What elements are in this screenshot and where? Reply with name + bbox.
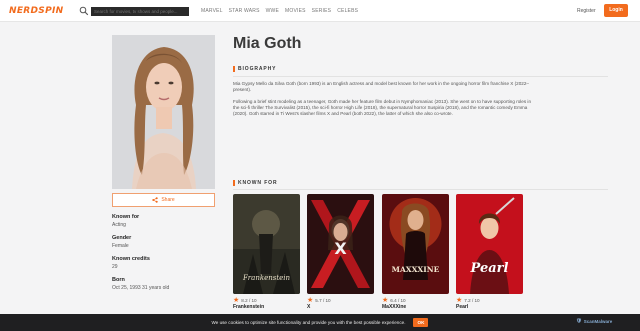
- rating-value: 7.2 / 10: [464, 298, 480, 303]
- poster-title: Frankenstein: [242, 274, 291, 282]
- fact-label: Known credits: [112, 256, 150, 262]
- movie-title[interactable]: Pearl: [456, 304, 523, 310]
- fact-value: Acting: [112, 222, 126, 228]
- bio-paragraph: Following a brief stint modeling as a te…: [233, 99, 531, 116]
- fact-label: Known for: [112, 214, 140, 220]
- fact-born: Born Oct 25, 1993 31 years old: [112, 277, 215, 292]
- movie-poster[interactable]: Pearl: [456, 194, 523, 294]
- site-logo[interactable]: NERDSPIN: [9, 6, 63, 16]
- known-for-heading: KNOWN FOR: [233, 180, 277, 186]
- poster-title: MAXXXINE: [392, 265, 440, 274]
- biography-text: Mia Gypsy Mello da Silva Goth (born 1993…: [233, 81, 533, 123]
- poster-title: Pearl: [470, 261, 509, 276]
- movie-poster[interactable]: Frankenstein: [233, 194, 300, 294]
- shield-icon: 🛡: [576, 318, 582, 323]
- movie-card[interactable]: Frankenstein ★ 8.2 / 10 Frankenstein: [233, 194, 300, 310]
- search-input[interactable]: [91, 7, 189, 16]
- star-icon: ★: [233, 297, 240, 304]
- personal-info: Known for Acting Gender Female Known cre…: [112, 214, 215, 298]
- biography-heading-text: BIOGRAPHY: [238, 66, 277, 72]
- star-icon: ★: [307, 297, 314, 304]
- share-icon: [152, 197, 159, 203]
- movie-card[interactable]: MAXXXINE ★ 6.4 / 10 MaXXXine: [382, 194, 449, 310]
- movie-title[interactable]: Frankenstein: [233, 304, 300, 310]
- fact-value: Oct 25, 1993 31 years old: [112, 285, 170, 291]
- movie-title[interactable]: MaXXXine: [382, 304, 449, 310]
- fact-known-for: Known for Acting: [112, 214, 215, 229]
- rating-value: 5.7 / 10: [315, 298, 331, 303]
- rating-value: 6.4 / 10: [390, 298, 406, 303]
- fact-value: Female: [112, 243, 129, 249]
- movie-rating: ★ 7.2 / 10: [456, 297, 523, 304]
- main-nav: MARVEL STAR WARS WWE MOVIES SERIES CELEB…: [201, 7, 358, 15]
- movie-poster[interactable]: X: [307, 194, 374, 294]
- top-navigation-bar: NERDSPIN MARVEL STAR WARS WWE MOVIES SER…: [0, 0, 640, 22]
- login-button[interactable]: Login: [604, 4, 628, 17]
- cookie-accept-button[interactable]: OK: [413, 318, 429, 327]
- bio-paragraph: Mia Gypsy Mello da Silva Goth (born 1993…: [233, 81, 529, 92]
- nav-item-movies[interactable]: MOVIES: [285, 7, 306, 15]
- profile-photo: [112, 35, 215, 189]
- nav-item-wwe[interactable]: WWE: [266, 7, 279, 15]
- watermark: 🛡 ScanMalware: [576, 318, 612, 324]
- movie-rating: ★ 6.4 / 10: [382, 297, 449, 304]
- movie-title[interactable]: X: [307, 304, 374, 310]
- search-icon[interactable]: [79, 6, 89, 16]
- divider: [233, 189, 608, 190]
- section-accent-bar: [233, 180, 235, 186]
- nav-item-star-wars[interactable]: STAR WARS: [229, 7, 260, 15]
- cookie-message: We use cookies to optimize site function…: [211, 320, 406, 325]
- share-label: Share: [161, 197, 175, 203]
- movie-card[interactable]: Pearl ★ 7.2 / 10 Pearl: [456, 194, 523, 310]
- fact-label: Gender: [112, 235, 132, 241]
- star-icon: ★: [382, 297, 389, 304]
- person-name: Mia Goth: [233, 35, 302, 52]
- rating-value: 8.2 / 10: [241, 298, 257, 303]
- register-link[interactable]: Register: [577, 7, 596, 15]
- movie-card[interactable]: X ★ 5.7 / 10 X: [307, 194, 374, 310]
- movie-rating: ★ 8.2 / 10: [233, 297, 300, 304]
- movie-poster[interactable]: MAXXXINE: [382, 194, 449, 294]
- watermark-text: ScanMalware: [583, 318, 613, 324]
- nav-item-celebs[interactable]: CELEBS: [337, 7, 358, 15]
- poster-title: X: [334, 239, 347, 258]
- section-accent-bar: [233, 66, 235, 72]
- movie-rating: ★ 5.7 / 10: [307, 297, 374, 304]
- biography-heading: BIOGRAPHY: [233, 66, 276, 72]
- cookie-banner: We use cookies to optimize site function…: [0, 314, 640, 331]
- share-button[interactable]: Share: [112, 193, 215, 207]
- fact-label: Born: [112, 277, 125, 283]
- star-icon: ★: [456, 297, 463, 304]
- nav-item-marvel[interactable]: MARVEL: [201, 7, 223, 15]
- fact-value: 29: [112, 264, 118, 270]
- fact-gender: Gender Female: [112, 235, 215, 250]
- fact-known-credits: Known credits 29: [112, 256, 215, 271]
- divider: [233, 76, 608, 77]
- nav-item-series[interactable]: SERIES: [312, 7, 332, 15]
- known-for-heading-text: KNOWN FOR: [238, 180, 278, 186]
